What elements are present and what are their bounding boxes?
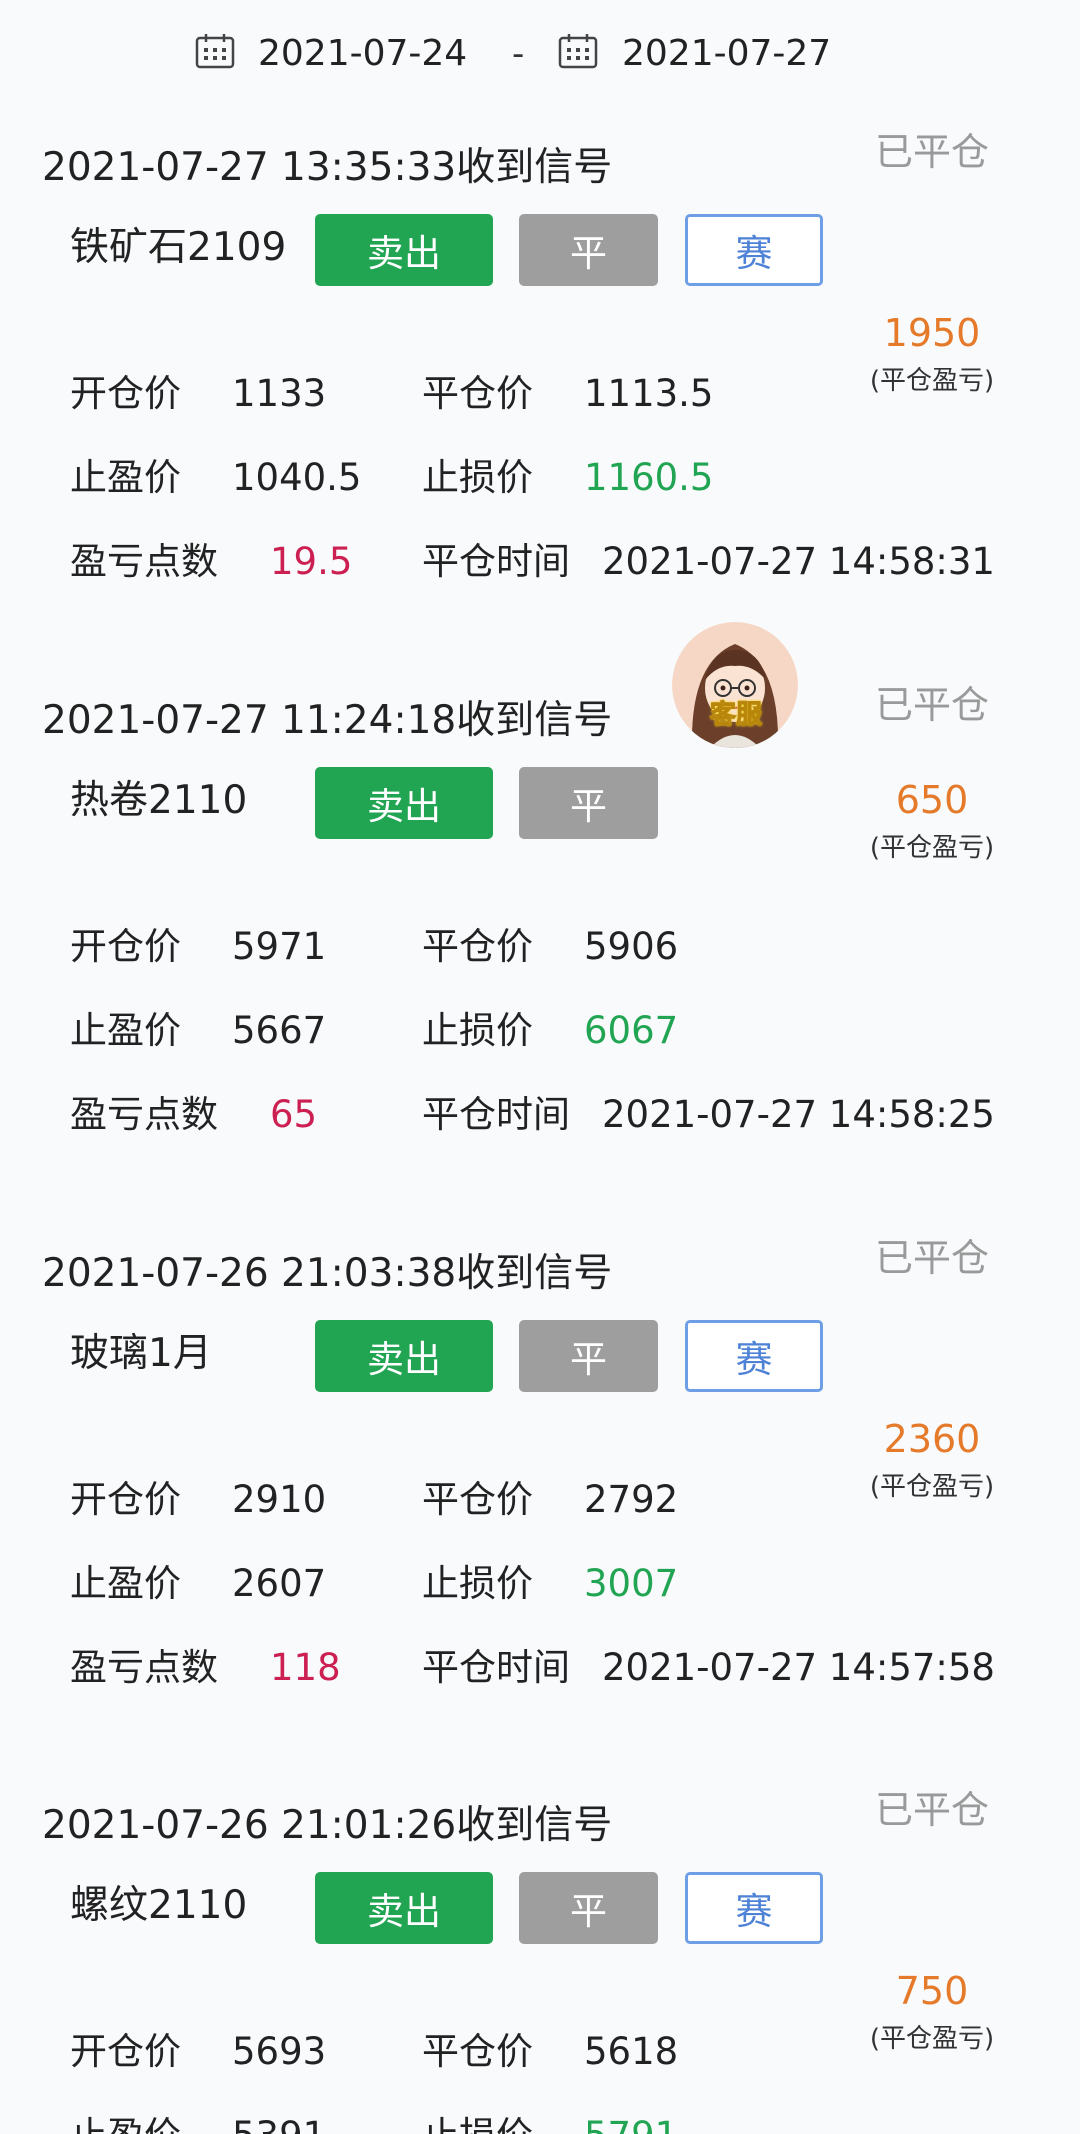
points-value: 118 bbox=[270, 1646, 341, 1689]
close-time-value: 2021-07-27 14:58:31 bbox=[602, 540, 995, 583]
close-price-label: 平仓价 bbox=[422, 925, 533, 968]
close-price-value: 5618 bbox=[584, 2030, 679, 2073]
race-button[interactable]: 赛 bbox=[685, 1320, 823, 1392]
take-profit-label: 止盈价 bbox=[70, 456, 181, 499]
contract-symbol: 螺纹2110 bbox=[70, 1883, 248, 1928]
calendar-icon[interactable] bbox=[558, 33, 598, 69]
close-position-button[interactable]: 平 bbox=[519, 1320, 658, 1392]
open-price-label: 开仓价 bbox=[70, 1478, 181, 1521]
take-profit-label: 止盈价 bbox=[70, 1009, 181, 1052]
stop-loss-label: 止损价 bbox=[422, 456, 533, 499]
sell-button[interactable]: 卖出 bbox=[315, 1320, 493, 1392]
calendar-icon[interactable] bbox=[195, 33, 235, 69]
signal-received-time: 2021-07-26 21:01:26收到信号 bbox=[42, 1803, 613, 1848]
close-time-value: 2021-07-27 14:57:58 bbox=[602, 1646, 995, 1689]
contract-symbol: 热卷2110 bbox=[70, 778, 248, 823]
stop-loss-value: 5791 bbox=[584, 2110, 678, 2134]
signal-card[interactable]: 2021-07-27 11:24:18收到信号 已平仓 热卷2110 卖出 平 … bbox=[0, 663, 1080, 1215]
close-position-button[interactable]: 平 bbox=[519, 767, 658, 839]
stop-loss-value: 3007 bbox=[584, 1562, 679, 1605]
close-profit-value: 750 bbox=[895, 1969, 969, 2013]
close-position-button[interactable]: 平 bbox=[519, 214, 658, 286]
points-label: 盈亏点数 bbox=[70, 540, 218, 583]
race-button[interactable]: 赛 bbox=[685, 1872, 823, 1944]
signal-card[interactable]: 2021-07-27 13:35:33收到信号 已平仓 铁矿石2109 卖出 平… bbox=[0, 110, 1080, 662]
stop-loss-value: 1160.5 bbox=[584, 456, 714, 499]
close-profit-label: (平仓盈亏) bbox=[869, 833, 995, 863]
close-position-button[interactable]: 平 bbox=[519, 1872, 658, 1944]
close-profit-value: 2360 bbox=[883, 1417, 981, 1461]
close-profit-value: 650 bbox=[895, 778, 969, 822]
open-price-label: 开仓价 bbox=[70, 925, 181, 968]
points-value: 65 bbox=[270, 1093, 318, 1136]
avatar-badge-text: 客服 bbox=[709, 700, 762, 731]
stop-loss-label: 止损价 bbox=[422, 2110, 533, 2134]
open-price-value: 5693 bbox=[232, 2030, 327, 2073]
signal-received-time: 2021-07-27 11:24:18收到信号 bbox=[42, 698, 613, 743]
open-price-label: 开仓价 bbox=[70, 372, 181, 415]
points-label: 盈亏点数 bbox=[70, 1646, 218, 1689]
open-price-label: 开仓价 bbox=[70, 2030, 181, 2073]
contract-symbol: 铁矿石2109 bbox=[70, 225, 287, 270]
stop-loss-label: 止损价 bbox=[422, 1009, 533, 1052]
signal-card[interactable]: 2021-07-26 21:03:38收到信号 已平仓 玻璃1月 卖出 平 赛 … bbox=[0, 1216, 1080, 1768]
close-profit-value: 1950 bbox=[883, 311, 981, 355]
take-profit-value: 2607 bbox=[232, 1562, 327, 1605]
take-profit-value: 5667 bbox=[232, 1009, 327, 1052]
take-profit-value: 1040.5 bbox=[232, 456, 362, 499]
close-price-label: 平仓价 bbox=[422, 1478, 533, 1521]
close-time-label: 平仓时间 bbox=[422, 1646, 570, 1689]
date-separator: - bbox=[512, 34, 525, 74]
close-profit-label: (平仓盈亏) bbox=[869, 366, 995, 396]
take-profit-value: 5391 bbox=[232, 2110, 326, 2134]
status-badge: 已平仓 bbox=[875, 683, 990, 727]
sell-button[interactable]: 卖出 bbox=[315, 767, 493, 839]
stop-loss-label: 止损价 bbox=[422, 1562, 533, 1605]
open-price-value: 2910 bbox=[232, 1478, 327, 1521]
take-profit-label: 止盈价 bbox=[70, 1562, 181, 1605]
date-range-bar: 2021-07-24 - 2021-07-27 bbox=[0, 0, 1080, 110]
open-price-value: 1133 bbox=[232, 372, 327, 415]
close-profit-label: (平仓盈亏) bbox=[869, 1472, 995, 1502]
close-profit-label: (平仓盈亏) bbox=[869, 2024, 995, 2054]
open-price-value: 5971 bbox=[232, 925, 327, 968]
status-badge: 已平仓 bbox=[875, 1788, 990, 1832]
status-badge: 已平仓 bbox=[875, 1236, 990, 1280]
start-date[interactable]: 2021-07-24 bbox=[258, 30, 467, 78]
close-price-value: 1113.5 bbox=[584, 372, 714, 415]
points-label: 盈亏点数 bbox=[70, 1093, 218, 1136]
signal-card[interactable]: 2021-07-26 21:01:26收到信号 已平仓 螺纹2110 卖出 平 … bbox=[0, 1768, 1080, 2134]
sell-button[interactable]: 卖出 bbox=[315, 1872, 493, 1944]
signal-received-time: 2021-07-27 13:35:33收到信号 bbox=[42, 145, 613, 190]
stop-loss-value: 6067 bbox=[584, 1009, 679, 1052]
close-price-value: 5906 bbox=[584, 925, 679, 968]
signal-received-time: 2021-07-26 21:03:38收到信号 bbox=[42, 1251, 613, 1296]
close-price-value: 2792 bbox=[584, 1478, 679, 1521]
contract-symbol: 玻璃1月 bbox=[70, 1331, 212, 1376]
end-date[interactable]: 2021-07-27 bbox=[622, 30, 831, 78]
close-time-value: 2021-07-27 14:58:25 bbox=[602, 1093, 995, 1136]
status-badge: 已平仓 bbox=[875, 130, 990, 174]
race-button[interactable]: 赛 bbox=[685, 214, 823, 286]
close-price-label: 平仓价 bbox=[422, 372, 533, 415]
close-time-label: 平仓时间 bbox=[422, 1093, 570, 1136]
close-time-label: 平仓时间 bbox=[422, 540, 570, 583]
points-value: 19.5 bbox=[270, 540, 353, 583]
take-profit-label: 止盈价 bbox=[70, 2110, 181, 2134]
close-price-label: 平仓价 bbox=[422, 2030, 533, 2073]
sell-button[interactable]: 卖出 bbox=[315, 214, 493, 286]
